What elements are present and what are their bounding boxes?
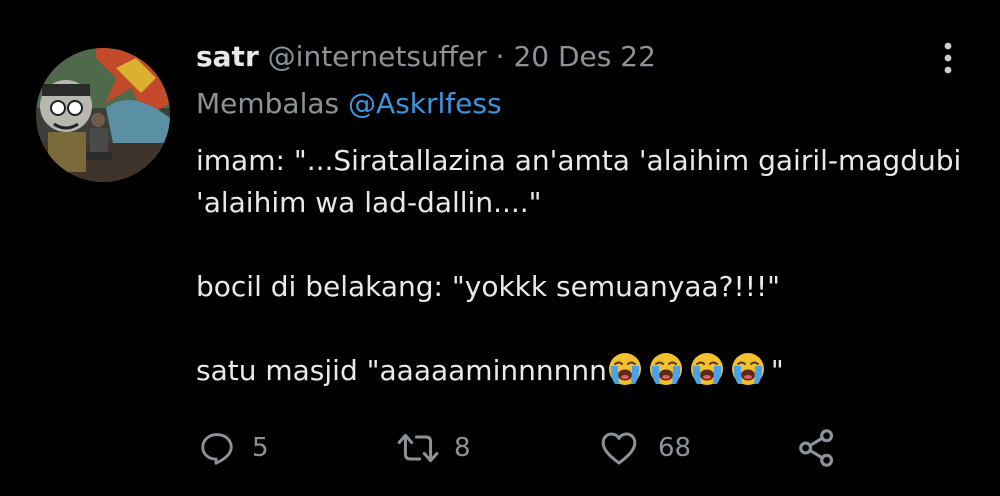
reply-prefix: Membalas xyxy=(196,87,340,120)
share-icon xyxy=(799,429,834,467)
tweet-date[interactable]: 20 Des 22 xyxy=(513,40,655,73)
tweet-line: bocil di belakang: "yokkk semuanyaa?!!!" xyxy=(196,270,781,303)
loudly-crying-face-icon xyxy=(731,353,764,385)
tweet-line: satu masjid "aaaaaminnnnnn " xyxy=(196,350,976,392)
retweet-count: 8 xyxy=(454,433,471,463)
like-button[interactable]: 68 xyxy=(598,426,691,470)
like-count: 68 xyxy=(658,433,692,463)
reply-mention-link[interactable]: @Askrlfess xyxy=(348,87,502,120)
reply-button[interactable]: 5 xyxy=(198,426,269,470)
replying-to: Membalas @Askrlfess xyxy=(196,85,502,123)
heart-icon xyxy=(601,432,637,465)
retweet-button[interactable]: 8 xyxy=(396,426,471,470)
tweet-line: imam: "...Siratallazina an'amta 'alaihim… xyxy=(196,144,962,177)
avatar[interactable] xyxy=(36,48,170,182)
loudly-crying-face-icon xyxy=(649,353,682,385)
reply-count: 5 xyxy=(252,433,269,463)
tweet-line-end: " xyxy=(770,354,784,387)
more-options-button[interactable] xyxy=(936,40,960,76)
tweet[interactable]: satr @internetsuffer · 20 Des 22 Membala… xyxy=(0,0,1000,496)
tweet-text: imam: "...Siratallazina an'amta 'alaihim… xyxy=(196,140,976,392)
loudly-crying-face-icon xyxy=(690,353,723,385)
display-name[interactable]: satr xyxy=(196,40,259,73)
tweet-line-text: satu masjid "aaaaaminnnnnn xyxy=(196,354,607,387)
tweet-header: satr @internetsuffer · 20 Des 22 xyxy=(196,38,656,76)
user-handle[interactable]: @internetsuffer xyxy=(268,40,487,73)
retweet-icon xyxy=(397,433,439,463)
avatar-image xyxy=(36,48,170,182)
more-options-icon xyxy=(944,42,952,74)
reply-icon xyxy=(201,433,233,465)
share-button[interactable] xyxy=(796,426,838,470)
emoji-group xyxy=(607,353,771,387)
tweet-line: 'alaihim wa lad-dallin...." xyxy=(196,186,542,219)
action-bar: 5 8 68 xyxy=(0,420,1000,480)
loudly-crying-face-icon xyxy=(608,353,641,385)
separator-dot: · xyxy=(495,40,505,73)
